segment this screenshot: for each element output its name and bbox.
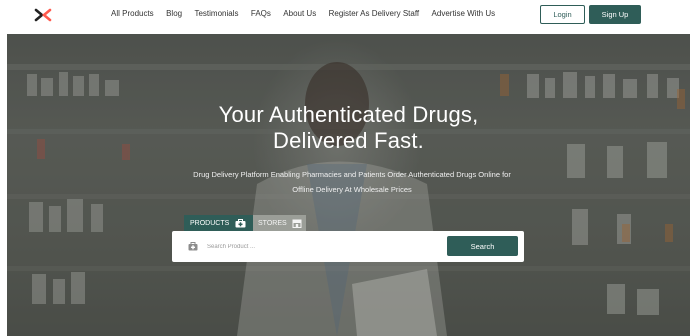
- hero-title-line-2: Delivered Fast.: [273, 128, 424, 153]
- login-button[interactable]: Login: [540, 5, 585, 24]
- hero-banner: Your Authenticated Drugs, Delivered Fast…: [7, 34, 690, 336]
- search-bar: Search: [172, 231, 524, 262]
- tab-products[interactable]: PRODUCTS: [184, 215, 253, 232]
- hero-subtitle-line-1: Drug Delivery Platform Enabling Pharmaci…: [193, 170, 511, 179]
- tab-products-label: PRODUCTS: [190, 220, 230, 227]
- top-header: All Products Blog Testimonials FAQs Abou…: [0, 0, 690, 32]
- tab-stores-label: STORES: [258, 220, 287, 227]
- hero-subtitle: Drug Delivery Platform Enabling Pharmaci…: [167, 167, 537, 197]
- nav-all-products[interactable]: All Products: [111, 9, 154, 18]
- nav-blog[interactable]: Blog: [166, 9, 182, 18]
- nav-register-delivery-staff[interactable]: Register As Delivery Staff: [329, 9, 420, 18]
- search-button[interactable]: Search: [447, 236, 518, 256]
- nav-testimonials[interactable]: Testimonials: [194, 9, 238, 18]
- nav-faqs[interactable]: FAQs: [251, 9, 271, 18]
- tab-stores[interactable]: STORES: [253, 215, 306, 232]
- main-nav: All Products Blog Testimonials FAQs Abou…: [111, 9, 495, 18]
- medkit-icon: [188, 242, 198, 251]
- nav-about-us[interactable]: About Us: [283, 9, 316, 18]
- store-icon: [292, 219, 302, 228]
- hero-subtitle-line-2: Offline Delivery At Wholesale Prices: [292, 185, 412, 194]
- hero-title: Your Authenticated Drugs, Delivered Fast…: [7, 102, 690, 154]
- nav-advertise-with-us[interactable]: Advertise With Us: [432, 9, 496, 18]
- medkit-icon: [235, 219, 246, 228]
- hero-title-line-1: Your Authenticated Drugs,: [218, 102, 479, 127]
- brand-logo-icon[interactable]: [34, 6, 52, 24]
- search-input[interactable]: [207, 239, 442, 255]
- signup-button[interactable]: Sign Up: [589, 5, 641, 24]
